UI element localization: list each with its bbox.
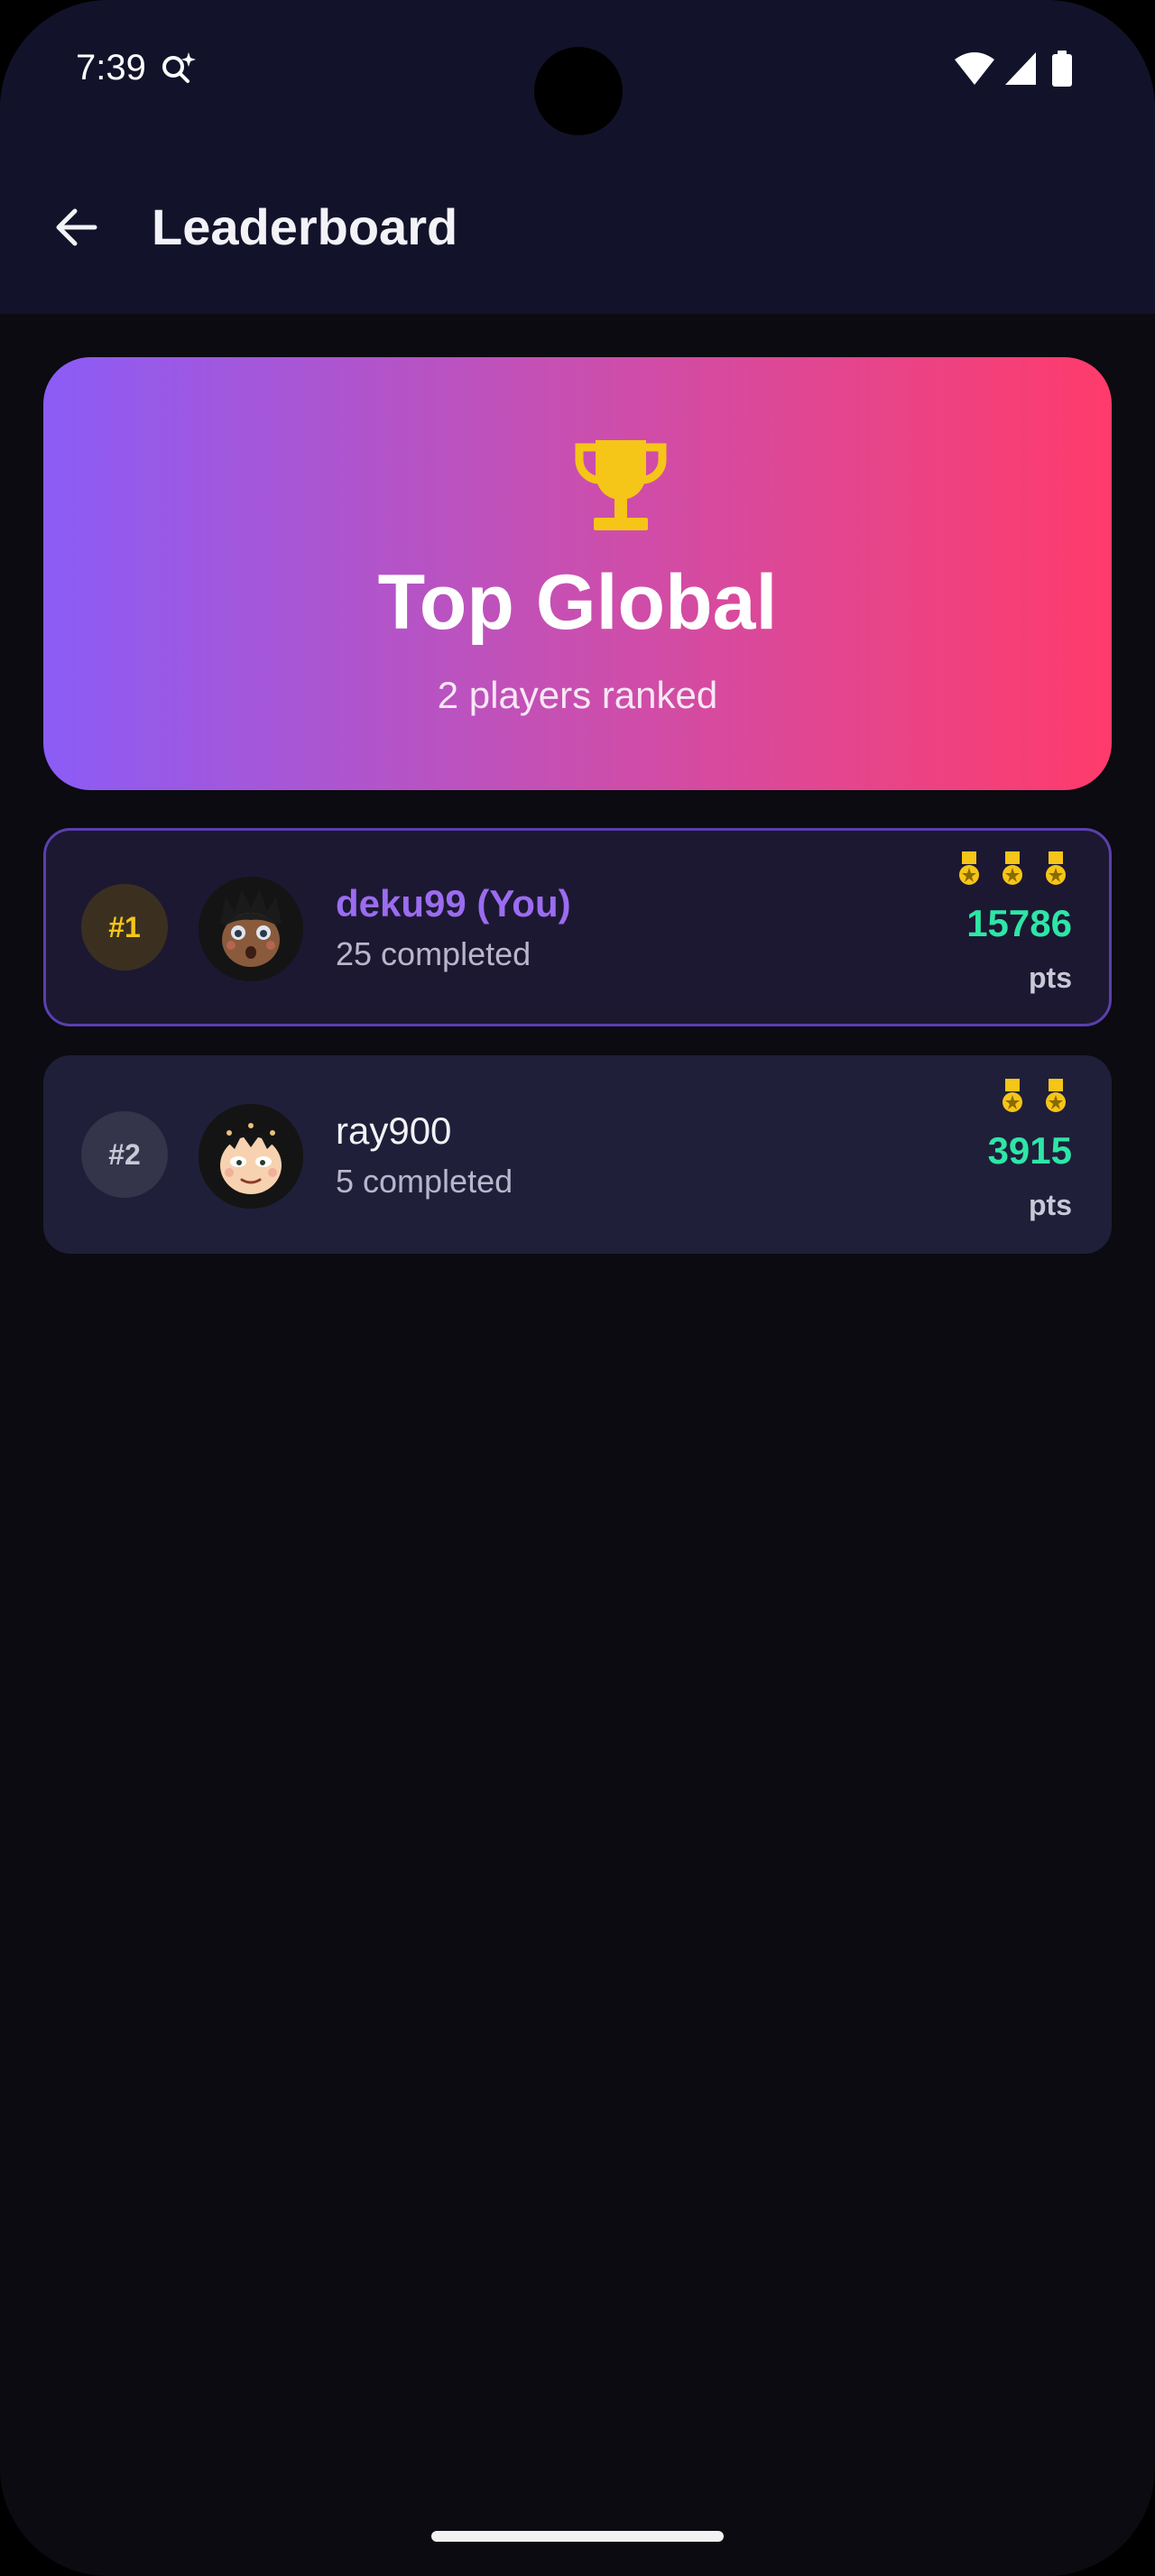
medal-icon [1046,1079,1066,1112]
trophy-icon [575,440,667,530]
points-unit: pts [1029,1189,1072,1221]
player-name: deku99 (You) [336,882,571,925]
hero-title: Top Global [377,559,778,646]
leaderboard-screen: 7:39 Leaderboard Top Global 2 players ra… [0,0,1155,2576]
points-unit: pts [1029,961,1072,994]
wifi-icon [955,52,994,85]
top-global-banner: Top Global 2 players ranked [43,357,1112,790]
completed-count: 5 completed [336,1163,513,1200]
avatar [199,1104,303,1209]
status-time: 7:39 [76,48,146,87]
medal-icon [1003,851,1022,885]
medal-icon [959,851,979,885]
medal-icon [1003,1079,1022,1112]
rank-badge: #2 [81,1111,168,1198]
player-name: ray900 [336,1109,452,1152]
rank-badge: #1 [81,884,168,971]
medals [953,851,1072,891]
status-icons [955,51,1072,87]
avatar [199,877,303,981]
hero-subtitle: 2 players ranked [437,674,718,716]
arrow-left-icon [56,208,97,246]
back-button[interactable] [36,188,116,267]
medals [996,1079,1072,1118]
points-value: 3915 [987,1129,1072,1172]
leaderboard-row[interactable]: #2 ray900 5 completed 3915 pts [43,1055,1112,1254]
search-sparkle-icon [162,52,196,83]
medal-icon [1046,851,1066,885]
completed-count: 25 completed [336,935,531,972]
top-app-bar: 7:39 Leaderboard [0,0,1155,314]
home-indicator[interactable] [431,2531,724,2542]
page-title: Leaderboard [152,198,458,255]
points-value: 15786 [966,902,1072,944]
leaderboard-row-you[interactable]: #1 deku99 (You) 25 completed 15786 pts [43,828,1112,1026]
signal-icon [1005,52,1036,85]
battery-icon [1052,51,1072,87]
camera-cutout [534,47,623,135]
